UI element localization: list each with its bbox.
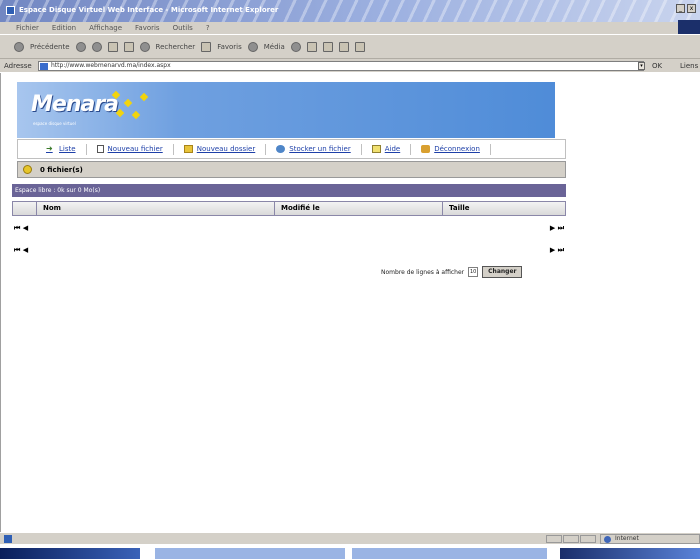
page-content: Menara espace disque virtuel ➜ Liste Nou… xyxy=(0,73,700,532)
favorites-button[interactable]: Favoris xyxy=(217,43,242,51)
window-title-bar: Espace Disque Virtuel Web Interface - Mi… xyxy=(0,0,700,22)
window-controls: _ x xyxy=(676,4,696,13)
status-bar: Internet xyxy=(0,532,700,544)
select-column-header xyxy=(13,202,37,215)
nav-item-help[interactable]: Aide xyxy=(362,143,412,155)
minimize-button[interactable]: _ xyxy=(676,4,685,13)
search-button[interactable]: Rechercher xyxy=(156,43,196,51)
nav-item-new-file[interactable]: Nouveau fichier xyxy=(87,143,174,155)
column-header-size[interactable]: Taille xyxy=(443,202,565,215)
nav-item-label: Liste xyxy=(59,145,76,153)
nav-item-label: Déconnexion xyxy=(434,145,480,153)
media-button[interactable]: Média xyxy=(264,43,285,51)
zone-label: Internet xyxy=(615,535,639,542)
nav-item-label: Nouveau dossier xyxy=(196,145,256,153)
menu-view[interactable]: Affichage xyxy=(89,24,122,32)
home-icon[interactable] xyxy=(123,41,134,52)
address-bar: Adresse http://www.webmenarvd.ma/index.a… xyxy=(0,58,700,72)
search-icon[interactable] xyxy=(139,41,150,52)
edit-icon[interactable] xyxy=(338,41,349,52)
menu-edit[interactable]: Edition xyxy=(52,24,76,32)
status-pane xyxy=(546,535,562,543)
rows-per-page-label: Nombre de lignes à afficher xyxy=(381,268,465,276)
file-table-header: Nom Modifié le Taille xyxy=(12,201,566,216)
nav-item-label: Aide xyxy=(384,145,401,153)
menu-tools[interactable]: Outils xyxy=(173,24,193,32)
window-title: Espace Disque Virtuel Web Interface - Mi… xyxy=(19,6,279,14)
globe-icon xyxy=(604,536,611,543)
close-button[interactable]: x xyxy=(687,4,696,13)
help-icon xyxy=(371,145,381,153)
nav-item-new-folder[interactable]: Nouveau dossier xyxy=(174,143,267,155)
pager-top: ⏮ ◀ ▶ ⏭ xyxy=(12,224,566,233)
nav-item-logout[interactable]: Déconnexion xyxy=(411,143,491,155)
nav-item-upload[interactable]: Stocker un fichier xyxy=(266,143,362,155)
page-icon xyxy=(40,63,48,70)
change-button[interactable]: Changer xyxy=(482,266,523,278)
status-panes xyxy=(546,535,596,543)
go-button[interactable]: OK xyxy=(652,62,662,70)
first-prev-button[interactable]: ⏮ ◀ xyxy=(14,224,28,233)
security-zone: Internet xyxy=(600,534,700,544)
menu-favorites[interactable]: Favoris xyxy=(135,24,160,32)
print-icon[interactable] xyxy=(322,41,333,52)
media-icon[interactable] xyxy=(247,41,258,52)
rows-per-page-control: Nombre de lignes à afficher 10 Changer xyxy=(381,266,523,278)
taskbar-item[interactable] xyxy=(155,548,345,559)
column-header-name[interactable]: Nom xyxy=(37,202,275,215)
first-prev-button[interactable]: ⏮ ◀ xyxy=(14,246,28,255)
menu-file[interactable]: Fichier xyxy=(16,24,39,32)
column-header-modified[interactable]: Modifié le xyxy=(275,202,443,215)
favorites-icon[interactable] xyxy=(201,41,212,52)
taskbar-item[interactable] xyxy=(352,548,547,559)
back-arrow-icon[interactable] xyxy=(14,41,24,52)
arrow-right-icon: ➜ xyxy=(46,144,53,153)
upload-icon xyxy=(276,145,286,153)
banner-tagline: espace disque virtuel xyxy=(33,121,76,126)
space-info-bar: Espace libre : 0k sur 0 Mo(s) xyxy=(12,184,566,197)
star-icon xyxy=(123,98,133,108)
links-button[interactable]: Liens xyxy=(680,62,698,70)
page-status-icon xyxy=(4,535,12,543)
menara-banner: Menara espace disque virtuel xyxy=(17,82,555,138)
chevron-down-icon[interactable]: ▾ xyxy=(638,62,645,70)
nav-bar: ➜ Liste Nouveau fichier Nouveau dossier … xyxy=(17,139,566,159)
back-button[interactable]: Précédente xyxy=(30,43,70,51)
taskbar xyxy=(0,544,700,559)
url-input[interactable]: http://www.webmenarvd.ma/index.aspx xyxy=(38,61,644,71)
nav-item-label: Nouveau fichier xyxy=(107,145,163,153)
history-icon[interactable] xyxy=(290,41,301,52)
menu-bar: Fichier Edition Affichage Favoris Outils… xyxy=(0,20,700,36)
refresh-icon[interactable] xyxy=(23,165,32,174)
menu-help[interactable]: ? xyxy=(206,24,210,32)
browser-toolbar: Précédente Rechercher Favoris Média xyxy=(0,34,700,58)
mail-icon[interactable] xyxy=(306,41,317,52)
taskbar-image xyxy=(0,548,140,559)
refresh-icon[interactable] xyxy=(107,41,118,52)
logout-icon xyxy=(421,145,431,153)
nav-item-label: Stocker un fichier xyxy=(289,145,351,153)
new-file-icon xyxy=(96,145,104,153)
forward-arrow-icon[interactable] xyxy=(75,41,86,52)
next-last-button[interactable]: ▶ ⏭ xyxy=(550,224,564,233)
star-icon xyxy=(131,110,141,120)
discuss-icon[interactable] xyxy=(354,41,365,52)
status-pane xyxy=(580,535,596,543)
folder-icon xyxy=(183,145,193,153)
menara-logo: Menara xyxy=(31,92,119,117)
files-count-header: 0 fichier(s) xyxy=(17,161,566,178)
ie-icon xyxy=(6,6,15,15)
nav-item-liste[interactable]: ➜ Liste xyxy=(36,143,87,155)
rows-per-page-input[interactable]: 10 xyxy=(468,267,479,277)
status-pane xyxy=(563,535,579,543)
next-last-button[interactable]: ▶ ⏭ xyxy=(550,246,564,255)
address-label: Adresse xyxy=(4,62,32,70)
star-icon xyxy=(139,92,149,102)
pager-bottom: ⏮ ◀ ▶ ⏭ xyxy=(12,246,566,255)
taskbar-image xyxy=(560,548,700,559)
stop-icon[interactable] xyxy=(91,41,102,52)
files-count: 0 fichier(s) xyxy=(40,165,83,174)
